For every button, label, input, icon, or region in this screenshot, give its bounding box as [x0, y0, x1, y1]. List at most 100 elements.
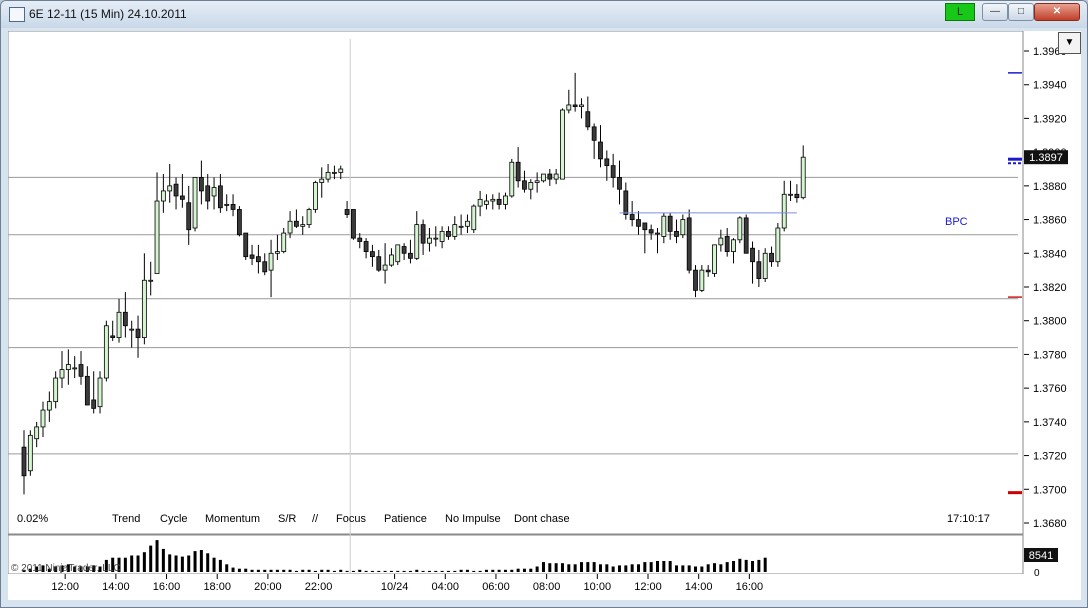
- candle-body[interactable]: [230, 203, 236, 210]
- volume-bar[interactable]: [187, 555, 191, 573]
- candle-body[interactable]: [572, 104, 578, 108]
- connection-status-indicator[interactable]: L: [945, 3, 975, 21]
- candle-body[interactable]: [781, 193, 787, 229]
- candle-body[interactable]: [446, 230, 451, 237]
- volume-bar[interactable]: [586, 562, 590, 572]
- candle-body[interactable]: [376, 256, 382, 271]
- volume-bar[interactable]: [225, 564, 229, 572]
- volume-bar[interactable]: [174, 555, 178, 573]
- candle-body[interactable]: [452, 224, 458, 237]
- candle-body[interactable]: [674, 230, 679, 237]
- candle-body[interactable]: [509, 161, 515, 197]
- volume-bar[interactable]: [244, 568, 248, 572]
- volume-bar[interactable]: [725, 562, 729, 572]
- volume-bar[interactable]: [751, 561, 755, 572]
- candle-body[interactable]: [718, 237, 724, 246]
- volume-bar[interactable]: [421, 570, 425, 572]
- candle-body[interactable]: [255, 256, 261, 263]
- candle-body[interactable]: [477, 198, 483, 207]
- candle-body[interactable]: [490, 198, 496, 202]
- candle-body[interactable]: [192, 177, 198, 229]
- candle-body[interactable]: [712, 244, 717, 274]
- volume-bar[interactable]: [579, 562, 583, 572]
- candle-body[interactable]: [604, 158, 610, 167]
- minimize-button[interactable]: —: [982, 3, 1008, 21]
- candle-body[interactable]: [762, 252, 768, 279]
- volume-bar[interactable]: [554, 563, 558, 572]
- candle-body[interactable]: [351, 209, 356, 239]
- candle-body[interactable]: [553, 173, 559, 180]
- candle-body[interactable]: [319, 178, 325, 183]
- close-button[interactable]: ✕: [1034, 3, 1080, 21]
- candle-body[interactable]: [775, 227, 781, 263]
- volume-bar[interactable]: [130, 555, 134, 573]
- volume-bar[interactable]: [510, 569, 514, 572]
- candle-body[interactable]: [642, 222, 648, 231]
- volume-bar[interactable]: [193, 551, 197, 572]
- candle-body[interactable]: [560, 109, 565, 180]
- volume-bar[interactable]: [472, 570, 476, 572]
- candle-body[interactable]: [249, 254, 255, 259]
- candle-body[interactable]: [344, 209, 350, 215]
- candle-body[interactable]: [306, 209, 312, 226]
- volume-bar[interactable]: [155, 540, 159, 572]
- candle-body[interactable]: [794, 193, 800, 199]
- candle-body[interactable]: [332, 171, 337, 174]
- candle-body[interactable]: [236, 209, 242, 236]
- candle-body[interactable]: [325, 171, 331, 180]
- volume-bar[interactable]: [212, 557, 216, 572]
- candle-body[interactable]: [148, 279, 154, 282]
- candle-body[interactable]: [699, 269, 705, 291]
- volume-bar[interactable]: [478, 570, 482, 572]
- volume-bar[interactable]: [675, 565, 679, 572]
- candle-body[interactable]: [800, 156, 806, 199]
- volume-bar[interactable]: [459, 569, 463, 572]
- volume-bar[interactable]: [573, 564, 577, 572]
- volume-bar[interactable]: [168, 554, 172, 572]
- candle-body[interactable]: [515, 161, 521, 182]
- candle-body[interactable]: [458, 225, 464, 228]
- candle-body[interactable]: [585, 111, 591, 128]
- volume-bar[interactable]: [218, 559, 222, 572]
- candle-body[interactable]: [27, 434, 33, 472]
- candle-body[interactable]: [503, 195, 508, 205]
- candle-body[interactable]: [528, 182, 534, 190]
- volume-bar[interactable]: [732, 561, 736, 572]
- volume-bar[interactable]: [332, 570, 336, 572]
- candle-body[interactable]: [686, 217, 692, 271]
- candle-body[interactable]: [395, 244, 401, 263]
- candle-body[interactable]: [756, 261, 762, 279]
- candle-body[interactable]: [129, 328, 135, 331]
- chart-options-dropdown[interactable]: ▼: [1058, 32, 1081, 54]
- volume-bar[interactable]: [560, 563, 564, 572]
- volume-bar[interactable]: [700, 566, 704, 573]
- candle-body[interactable]: [110, 335, 116, 338]
- volume-bar[interactable]: [694, 566, 698, 573]
- candle-body[interactable]: [21, 446, 27, 477]
- candle-body[interactable]: [217, 185, 223, 209]
- candle-body[interactable]: [198, 177, 204, 192]
- candle-body[interactable]: [97, 377, 103, 408]
- volume-bar[interactable]: [383, 570, 387, 572]
- candle-body[interactable]: [680, 219, 686, 236]
- candle-body[interactable]: [363, 241, 369, 253]
- volume-bar[interactable]: [529, 568, 533, 572]
- volume-bar[interactable]: [370, 570, 374, 572]
- candle-body[interactable]: [154, 200, 160, 274]
- title-bar[interactable]: 6E 12-11 (15 Min) 24.10.2011 L — □ ✕: [1, 1, 1087, 28]
- candle-body[interactable]: [287, 220, 293, 234]
- candle-body[interactable]: [737, 217, 743, 241]
- volume-bar[interactable]: [136, 555, 140, 573]
- volume-bar[interactable]: [713, 563, 717, 572]
- volume-bar[interactable]: [440, 570, 444, 572]
- volume-bar[interactable]: [491, 569, 495, 572]
- candle-body[interactable]: [465, 220, 470, 227]
- volume-bar[interactable]: [364, 570, 368, 572]
- volume-bar[interactable]: [313, 570, 317, 572]
- candle-body[interactable]: [300, 224, 306, 227]
- volume-bar[interactable]: [757, 559, 761, 572]
- candle-body[interactable]: [370, 251, 375, 258]
- candle-body[interactable]: [91, 399, 97, 409]
- volume-bar[interactable]: [656, 561, 659, 572]
- candle-body[interactable]: [401, 246, 407, 254]
